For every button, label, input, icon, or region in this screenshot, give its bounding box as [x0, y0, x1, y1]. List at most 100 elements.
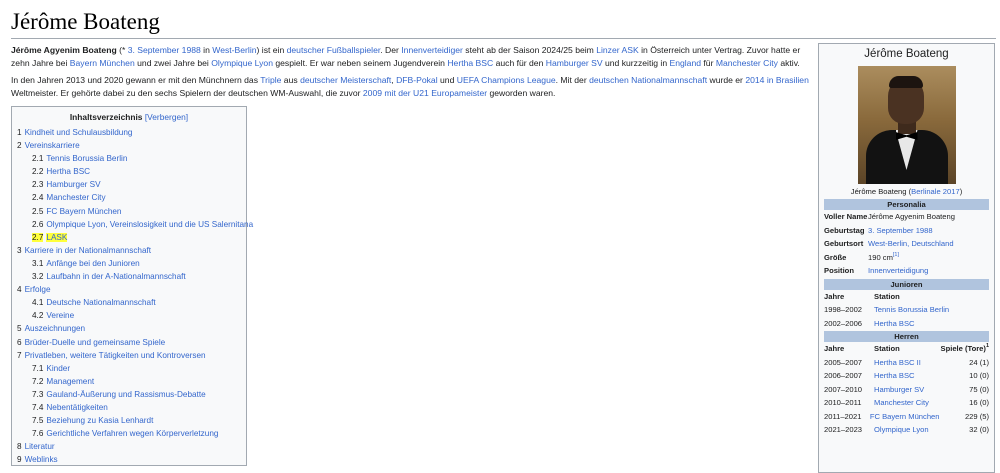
toc-item-link[interactable]: Vereine	[46, 311, 74, 320]
toc-item[interactable]: 6 Brüder-Duelle und gemeinsame Spiele	[12, 336, 246, 349]
toc-item-link[interactable]: Tennis Borussia Berlin	[46, 154, 127, 163]
toc-item-link[interactable]: Brüder-Duelle und gemeinsame Spiele	[25, 338, 166, 347]
toc-item[interactable]: 2.1 Tennis Borussia Berlin	[12, 152, 246, 165]
toc-item-link[interactable]: Literatur	[25, 442, 55, 451]
text-segment: Weltmeister. Er gehörte dabei zu den sec…	[11, 88, 363, 98]
toc-item-link[interactable]: Hamburger SV	[46, 180, 100, 189]
toc-item[interactable]: 2.6 Olympique Lyon, Vereinslosigkeit und …	[12, 218, 253, 231]
toc-item-link[interactable]: Laufbahn in der A-Nationalmannschaft	[46, 272, 185, 281]
personalia-value[interactable]: Innenverteidigung	[868, 264, 989, 278]
toc-item-number: 2.6	[32, 219, 44, 229]
toc-item[interactable]: 5 Auszeichnungen	[12, 322, 246, 335]
toc-item-link[interactable]: Gauland-Äußerung und Rassismus-Debatte	[46, 390, 205, 399]
article-link[interactable]: deutschen Nationalmannschaft	[589, 75, 707, 85]
article-link[interactable]: DFB-Pokal	[396, 75, 438, 85]
toc-item-link[interactable]: Anfänge bei den Junioren	[46, 259, 139, 268]
toc-item-link[interactable]: Kinder	[46, 364, 70, 373]
article-link[interactable]: 3. September 1988	[128, 45, 201, 55]
toc-item[interactable]: 8 Literatur	[12, 440, 246, 453]
appearances-cell: 32 (0)	[969, 425, 989, 434]
text-segment: . Mit der	[555, 75, 590, 85]
toc-item[interactable]: 7.2 Management	[12, 375, 246, 388]
toc-item[interactable]: 7.6 Gerichtliche Verfahren wegen Körperve…	[12, 427, 246, 440]
toc-item-link[interactable]: Vereinskarriere	[25, 141, 80, 150]
article-link[interactable]: UEFA Champions League	[457, 75, 556, 85]
years-cell: 2021–2023	[824, 425, 863, 434]
table-row: 2002–2006 Hertha BSC	[819, 317, 994, 331]
toc-item-link[interactable]: Beziehung zu Kasia Lenhardt	[46, 416, 153, 425]
reference-link[interactable]: [1]	[893, 252, 899, 258]
toc-item-link[interactable]: Deutsche Nationalmannschaft	[46, 298, 155, 307]
club-link[interactable]: Hertha BSC	[874, 317, 989, 331]
toc-header: Inhaltsverzeichnis [Verbergen]	[12, 112, 246, 126]
club-link[interactable]: Hamburger SV	[874, 383, 935, 397]
toc-item-link[interactable]: Nebentätigkeiten	[46, 403, 107, 412]
article-link[interactable]: Hamburger SV	[546, 58, 603, 68]
toc-item[interactable]: 9 Weblinks	[12, 453, 246, 466]
toc-item[interactable]: 7 Privatleben, weitere Tätigkeiten und Ko…	[12, 349, 246, 362]
toc-item[interactable]: 2.5 FC Bayern München	[12, 205, 246, 218]
article-link[interactable]: 2014 in Brasilien	[745, 75, 809, 85]
article-link[interactable]: Olympique Lyon	[211, 58, 273, 68]
toc-item[interactable]: 2.7 LASK	[12, 231, 246, 244]
toc-item[interactable]: 7.1 Kinder	[12, 362, 246, 375]
toc-item-link[interactable]: Weblinks	[25, 455, 58, 464]
toc-item[interactable]: 7.4 Nebentätigkeiten	[12, 401, 246, 414]
toc-item-link[interactable]: Gerichtliche Verfahren wegen Körperverle…	[46, 429, 218, 438]
toc-item-link[interactable]: Manchester City	[46, 193, 105, 202]
club-link[interactable]: Hertha BSC II	[874, 356, 935, 370]
toc-item[interactable]: 3 Karriere in der Nationalmannschaft	[12, 244, 246, 257]
toc-item-link[interactable]: FC Bayern München	[46, 207, 121, 216]
toc-item-link[interactable]: Management	[46, 377, 94, 386]
personalia-label: Geburtstag	[824, 225, 865, 235]
club-link[interactable]: Manchester City	[874, 396, 935, 410]
personalia-value[interactable]: West-Berlin, Deutschland	[868, 237, 989, 251]
article-link[interactable]: Innenverteidiger	[401, 45, 463, 55]
years-cell: 2006–2007	[824, 371, 863, 380]
personalia-value[interactable]: 3. September 1988	[868, 224, 989, 238]
portrait-image[interactable]	[857, 66, 956, 184]
toc-item[interactable]: 2.2 Hertha BSC	[12, 165, 246, 178]
toc-item[interactable]: 4 Erfolge	[12, 283, 246, 296]
article-link[interactable]: Bayern München	[70, 58, 135, 68]
toc-item-number: 7.2	[32, 376, 44, 386]
article-link[interactable]: West-Berlin	[212, 45, 256, 55]
toc-item-link[interactable]: Privatleben, weitere Tätigkeiten und Kon…	[25, 351, 206, 360]
toc-item-link[interactable]: Erfolge	[25, 285, 51, 294]
toc-item[interactable]: 3.2 Laufbahn in der A-Nationalmannschaft	[12, 270, 246, 283]
toc-item[interactable]: 4.2 Vereine	[12, 309, 246, 322]
toc-item[interactable]: 4.1 Deutsche Nationalmannschaft	[12, 296, 246, 309]
caption-link[interactable]: Berlinale 2017	[911, 187, 960, 196]
toc-item-link[interactable]: Olympique Lyon, Vereinslosigkeit und die…	[46, 220, 253, 229]
club-link[interactable]: Hertha BSC	[874, 369, 935, 383]
toc-item[interactable]: 3.1 Anfänge bei den Junioren	[12, 257, 246, 270]
toc-item-link[interactable]: Hertha BSC	[46, 167, 90, 176]
toc-item[interactable]: 7.5 Beziehung zu Kasia Lenhardt	[12, 414, 246, 427]
article-link[interactable]: 2009 mit der U21 Europameister	[363, 88, 487, 98]
toc-item-link[interactable]: Auszeichnungen	[25, 324, 86, 333]
toc-item-link[interactable]: Kindheit und Schulausbildung	[25, 128, 133, 137]
article-link[interactable]: England	[669, 58, 701, 68]
toc-item-link[interactable]: LASK	[46, 232, 68, 242]
article-link[interactable]: Triple	[260, 75, 281, 85]
text-segment: (*	[116, 45, 128, 55]
toc-item-number: 2.5	[32, 206, 44, 216]
table-row: 1998–2002 Tennis Borussia Berlin	[819, 303, 994, 317]
toc-item[interactable]: 2 Vereinskarriere	[12, 139, 246, 152]
article-link[interactable]: Hertha BSC	[447, 58, 493, 68]
article-link[interactable]: Manchester City	[716, 58, 778, 68]
toc-item[interactable]: 2.4 Manchester City	[12, 191, 246, 204]
club-link[interactable]: Olympique Lyon	[874, 423, 935, 437]
toc-item[interactable]: 7.3 Gauland-Äußerung und Rassismus-Debatt…	[12, 388, 246, 401]
toc-toggle-link[interactable]: [Verbergen]	[145, 112, 188, 122]
article-link[interactable]: Fußballspieler	[327, 45, 381, 55]
article-link[interactable]: deutscher Meisterschaft	[300, 75, 391, 85]
toc-item[interactable]: 2.3 Hamburger SV	[12, 178, 246, 191]
toc-item-link[interactable]: Karriere in der Nationalmannschaft	[25, 246, 152, 255]
club-link[interactable]: Tennis Borussia Berlin	[874, 303, 989, 317]
article-link[interactable]: Linzer ASK	[596, 45, 639, 55]
club-link[interactable]: FC Bayern München	[870, 410, 940, 424]
toc-item[interactable]: 1 Kindheit und Schulausbildung	[12, 126, 246, 139]
toc-item-number: 2.1	[32, 154, 44, 164]
article-link[interactable]: deutscher	[287, 45, 325, 55]
